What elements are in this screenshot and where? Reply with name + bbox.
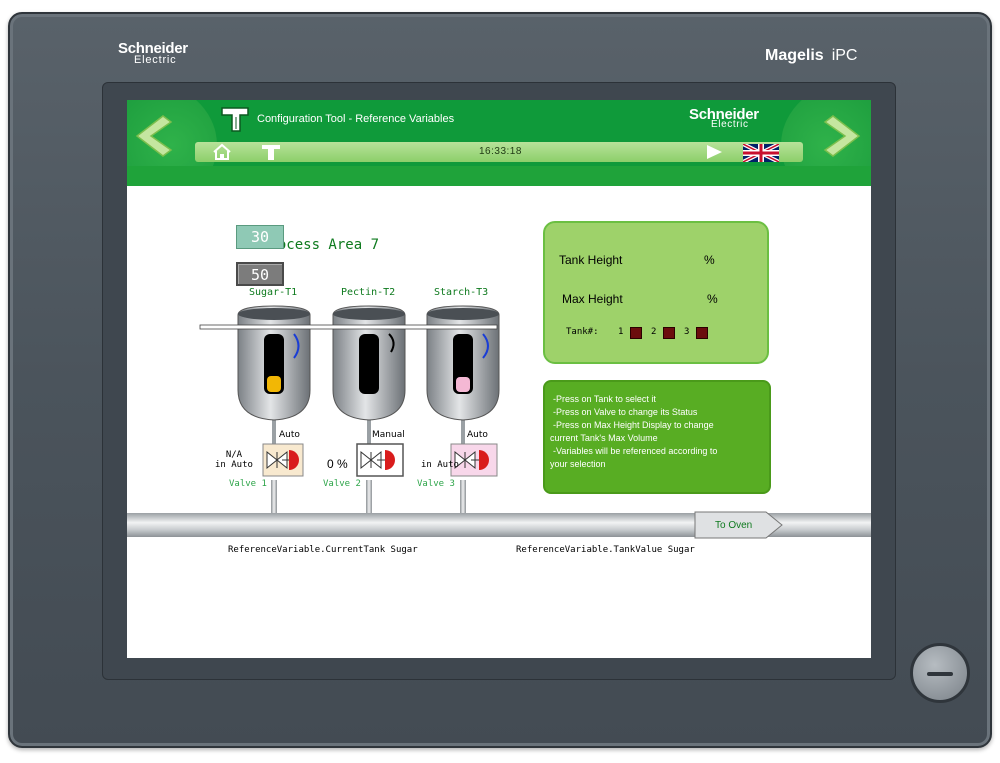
tank-number-label: Tank#: [566, 327, 599, 337]
instruction-line-5: -Variables will be referenced according … [553, 446, 718, 456]
instruction-line-2: -Press on Valve to change its Status [553, 407, 698, 417]
device-model-suffix: iPC [831, 47, 858, 64]
device-model: Magelis iPC [765, 47, 857, 65]
valve-3-label: Valve 3 [417, 479, 455, 489]
tank-number-1: 1 [618, 327, 624, 337]
max-height-unit: % [707, 292, 718, 306]
tank-3-level-fill [456, 377, 470, 392]
valve-3-mode: Auto [467, 430, 488, 440]
tank-2-indicator[interactable] [663, 327, 675, 339]
tank-height-display: 30 [236, 225, 284, 249]
instruction-line-4: current Tank's Max Volume [550, 433, 658, 443]
tank-1-level-fill [267, 376, 281, 392]
status-in-auto-text: in Auto [421, 460, 459, 470]
tank-3-outlet-pipe [460, 480, 466, 516]
tank-number-2: 2 [651, 327, 657, 337]
valve-2-label: Valve 2 [323, 479, 361, 489]
valve-1-label: Valve 1 [229, 479, 267, 489]
max-height-label: Max Height [562, 292, 623, 306]
instruction-line-1: -Press on Tank to select it [553, 394, 656, 404]
valve-1-mode: Auto [279, 430, 300, 440]
tank-number-3: 3 [684, 327, 690, 337]
valve-2-percent[interactable]: 0 % [327, 457, 348, 471]
height-panel: Tank Height Max Height % % Tank#: 1 2 3 [543, 221, 769, 364]
tank-2-outlet-pipe [366, 480, 372, 516]
valve-3-status: in Auto [421, 450, 459, 470]
valve-1-status: N/A in Auto [215, 450, 253, 470]
tank-1-outlet-pipe [271, 480, 277, 516]
tank-3-indicator[interactable] [696, 327, 708, 339]
status-na-text: N/A [225, 450, 243, 460]
valve-2[interactable] [356, 443, 404, 477]
tank-height-label: Tank Height [559, 253, 623, 267]
tank-1-indicator[interactable] [630, 327, 642, 339]
hardware-button-dash [927, 672, 953, 676]
device-model-name: Magelis [765, 47, 824, 64]
tank-height-unit: % [704, 253, 715, 267]
valve-1[interactable] [262, 443, 304, 477]
to-oven-label: To Oven [715, 520, 753, 531]
feed-pipe [199, 324, 498, 330]
status-in-auto-text: in Auto [215, 460, 253, 470]
device-brand-logo: Schneider Electric [118, 40, 188, 66]
instructions-panel: -Press on Tank to select it -Press on Va… [543, 380, 771, 494]
ref-tank-value: ReferenceVariable.TankValue Sugar [516, 545, 695, 555]
instruction-line-6: your selection [550, 459, 606, 469]
ref-current-tank: ReferenceVariable.CurrentTank Sugar [228, 545, 418, 555]
max-height-input[interactable]: 50 [236, 262, 284, 286]
valve-2-mode: Manual [372, 430, 405, 440]
instruction-line-3: -Press on Max Height Display to change [553, 420, 714, 430]
hardware-home-button[interactable] [910, 643, 970, 703]
hmi-screen: Configuration Tool - Reference Variables… [127, 100, 871, 658]
